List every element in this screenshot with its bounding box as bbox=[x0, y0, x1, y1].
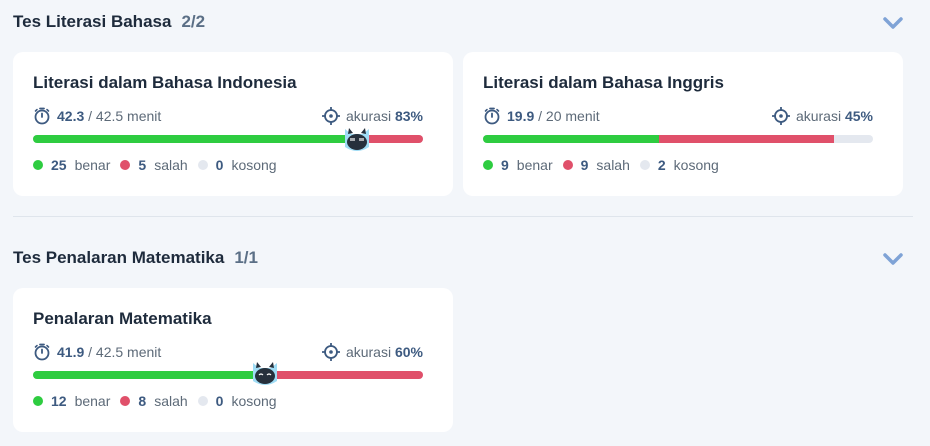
time-stat: 41.9 / 42.5 menit bbox=[33, 343, 161, 361]
section-count: 1/1 bbox=[234, 248, 258, 267]
time-total: / 42.5 menit bbox=[88, 344, 162, 360]
stat-row: 19.9 / 20 menit akurasi 45% bbox=[483, 106, 873, 126]
stopwatch-icon bbox=[34, 107, 50, 125]
progress-bar bbox=[483, 135, 873, 143]
time-stat: 42.3 / 42.5 menit bbox=[33, 107, 161, 125]
answer-legend: 9 benar 9 salah 2 kosong bbox=[483, 155, 729, 175]
section-count: 2/2 bbox=[181, 12, 206, 31]
section-title: Tes Literasi Bahasa bbox=[13, 12, 172, 31]
legend-kosong: 0 kosong bbox=[197, 393, 277, 409]
legend-kosong: 0 kosong bbox=[197, 157, 277, 173]
answer-legend: 25 benar 5 salah 0 kosong bbox=[33, 155, 287, 175]
stopwatch-icon bbox=[34, 343, 50, 361]
chevron-down-icon[interactable] bbox=[882, 15, 904, 31]
legend-salah: 8 salah bbox=[120, 393, 188, 409]
section-title: Tes Penalaran Matematika bbox=[13, 248, 225, 267]
accuracy-label: akurasi bbox=[795, 108, 842, 124]
time-used: 41.9 bbox=[57, 344, 85, 360]
crosshair-icon bbox=[771, 107, 790, 125]
result-card[interactable]: Literasi dalam Bahasa Indonesia 42.3 / 4… bbox=[13, 52, 453, 196]
accuracy-stat: akurasi 60% bbox=[321, 343, 423, 361]
accuracy-value: 60% bbox=[394, 344, 423, 360]
time-total: / 42.5 menit bbox=[88, 108, 162, 124]
cat-mascot-icon bbox=[345, 128, 369, 151]
result-card[interactable]: Penalaran Matematika 41.9 / 42.5 menit a… bbox=[13, 288, 453, 432]
legend-salah: 9 salah bbox=[562, 157, 630, 173]
legend-benar: 25 benar bbox=[33, 157, 110, 173]
result-card[interactable]: Literasi dalam Bahasa Inggris 19.9 / 20 … bbox=[463, 52, 903, 196]
legend-salah: 5 salah bbox=[120, 157, 188, 173]
accuracy-label: akurasi bbox=[345, 344, 392, 360]
bar-benar bbox=[483, 135, 659, 143]
answer-legend: 12 benar 8 salah 0 kosong bbox=[33, 391, 287, 411]
cat-mascot-icon bbox=[253, 362, 277, 385]
legend-kosong: 2 kosong bbox=[639, 157, 719, 173]
crosshair-icon bbox=[321, 107, 340, 125]
card-title: Literasi dalam Bahasa Indonesia bbox=[33, 73, 297, 92]
progress-bar bbox=[33, 371, 423, 379]
bar-salah bbox=[267, 371, 423, 379]
legend-benar: 9 benar bbox=[483, 157, 553, 173]
time-used: 19.9 bbox=[507, 108, 535, 124]
time-stat: 19.9 / 20 menit bbox=[483, 107, 600, 125]
chevron-down-icon[interactable] bbox=[882, 251, 904, 267]
accuracy-stat: akurasi 45% bbox=[771, 107, 873, 125]
stat-row: 41.9 / 42.5 menit akurasi 60% bbox=[33, 342, 423, 362]
card-title: Literasi dalam Bahasa Inggris bbox=[483, 73, 724, 92]
accuracy-value: 83% bbox=[394, 108, 423, 124]
accuracy-value: 45% bbox=[844, 108, 873, 124]
bar-benar bbox=[33, 371, 267, 379]
time-used: 42.3 bbox=[57, 108, 85, 124]
card-title: Penalaran Matematika bbox=[33, 309, 212, 328]
section-header[interactable]: Tes Penalaran Matematika 1/1 bbox=[13, 246, 258, 270]
time-total: / 20 menit bbox=[538, 108, 600, 124]
section-divider bbox=[13, 216, 913, 217]
crosshair-icon bbox=[321, 343, 340, 361]
legend-benar: 12 benar bbox=[33, 393, 110, 409]
section-header[interactable]: Tes Literasi Bahasa 2/2 bbox=[13, 10, 205, 34]
stopwatch-icon bbox=[484, 107, 500, 125]
bar-salah bbox=[658, 135, 834, 143]
bar-benar bbox=[33, 135, 358, 143]
